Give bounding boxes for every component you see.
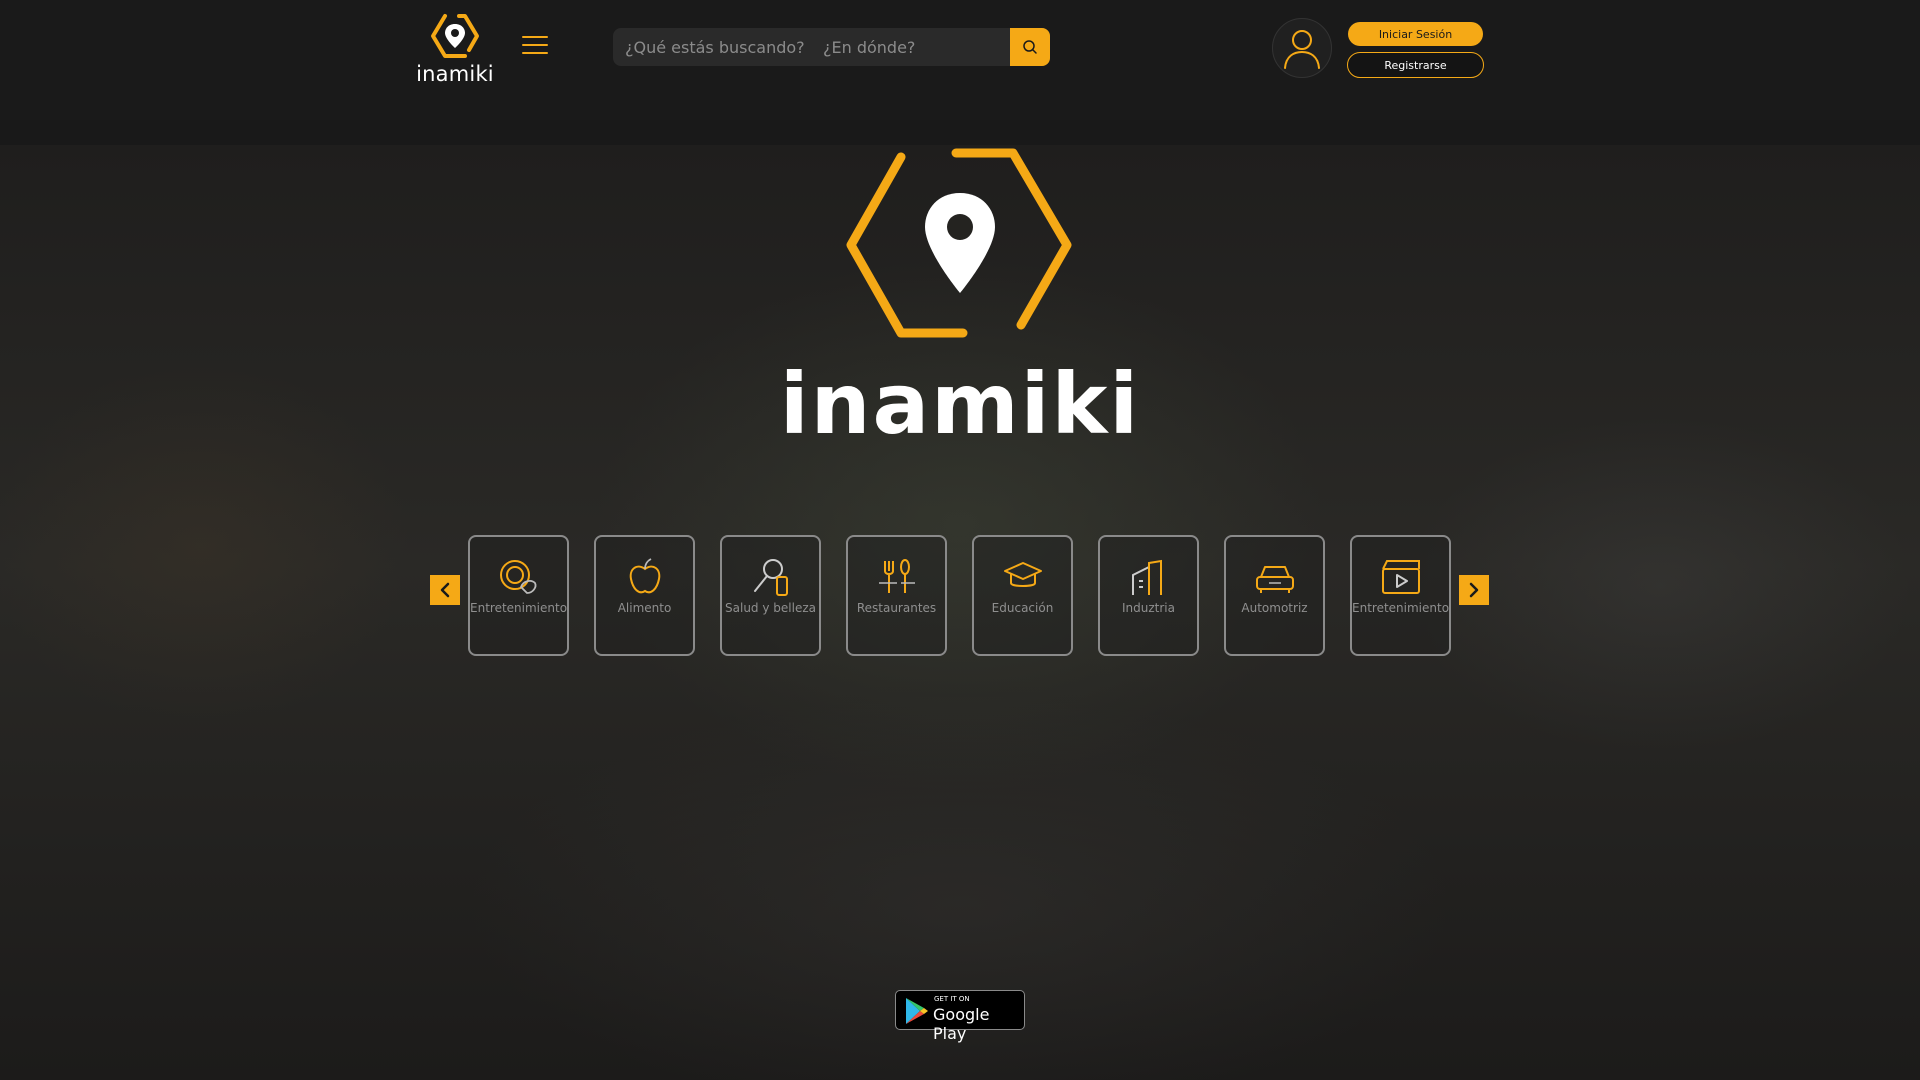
carousel-prev-button[interactable]: [430, 575, 460, 605]
badge-line2: Google Play: [933, 1005, 990, 1043]
beauty-icon: [753, 559, 788, 596]
top-header: inamiki Iniciar Sesión Registrarse: [0, 0, 1920, 120]
search-bar: [613, 28, 1050, 66]
category-card[interactable]: Educación: [972, 535, 1073, 656]
category-carousel: Entretenimiento Alimento Salud y belleza: [430, 535, 1490, 659]
hero-section: inamiki Entretenimiento Alimento Salud y…: [0, 145, 1920, 1080]
user-avatar[interactable]: [1272, 18, 1332, 78]
search-icon: [1023, 40, 1037, 54]
category-card[interactable]: Restaurantes: [846, 535, 947, 656]
logo-mark-icon: [431, 14, 479, 58]
category-card[interactable]: Automotriz: [1224, 535, 1325, 656]
register-button[interactable]: Registrarse: [1347, 52, 1484, 78]
category-label: Alimento: [617, 601, 672, 615]
category-card[interactable]: Induztria: [1098, 535, 1199, 656]
category-label: Entretenimiento: [1352, 601, 1450, 615]
category-card[interactable]: Entretenimiento: [468, 535, 569, 656]
entertainment-icon: [499, 560, 536, 594]
hero-brand-name: inamiki: [779, 355, 1141, 453]
factory-icon: [1131, 559, 1162, 595]
category-card[interactable]: Alimento: [594, 535, 695, 656]
header-logo[interactable]: inamiki: [415, 12, 495, 86]
user-icon: [1284, 30, 1320, 69]
hamburger-menu-icon[interactable]: [522, 36, 548, 58]
restaurant-icon: [878, 559, 915, 593]
category-card[interactable]: Salud y belleza: [720, 535, 821, 656]
search-what-input[interactable]: [613, 28, 811, 66]
chevron-right-icon: [1469, 582, 1479, 598]
category-label: Salud y belleza: [725, 601, 816, 615]
graduation-cap-icon: [1003, 562, 1042, 587]
chevron-left-icon: [440, 582, 450, 598]
category-label: Restaurantes: [856, 601, 937, 615]
clapperboard-icon: [1381, 560, 1420, 594]
car-icon: [1255, 566, 1294, 593]
apple-icon: [629, 558, 660, 594]
category-label: Educación: [991, 601, 1054, 615]
login-button[interactable]: Iniciar Sesión: [1348, 22, 1483, 46]
logo-mark-icon: [846, 148, 1072, 338]
category-card[interactable]: Entretenimiento: [1350, 535, 1451, 656]
google-play-icon: [906, 998, 928, 1024]
carousel-next-button[interactable]: [1459, 575, 1489, 605]
category-label: Automotriz: [1241, 601, 1308, 615]
category-label: Entretenimiento: [470, 601, 568, 615]
search-where-input[interactable]: [811, 28, 1009, 66]
header-brand-name: inamiki: [416, 62, 494, 86]
google-play-badge[interactable]: GET IT ON Google Play: [895, 990, 1025, 1043]
category-label: Induztria: [1122, 601, 1175, 615]
badge-line1: GET IT ON: [934, 995, 970, 1003]
search-button[interactable]: [1010, 28, 1050, 66]
